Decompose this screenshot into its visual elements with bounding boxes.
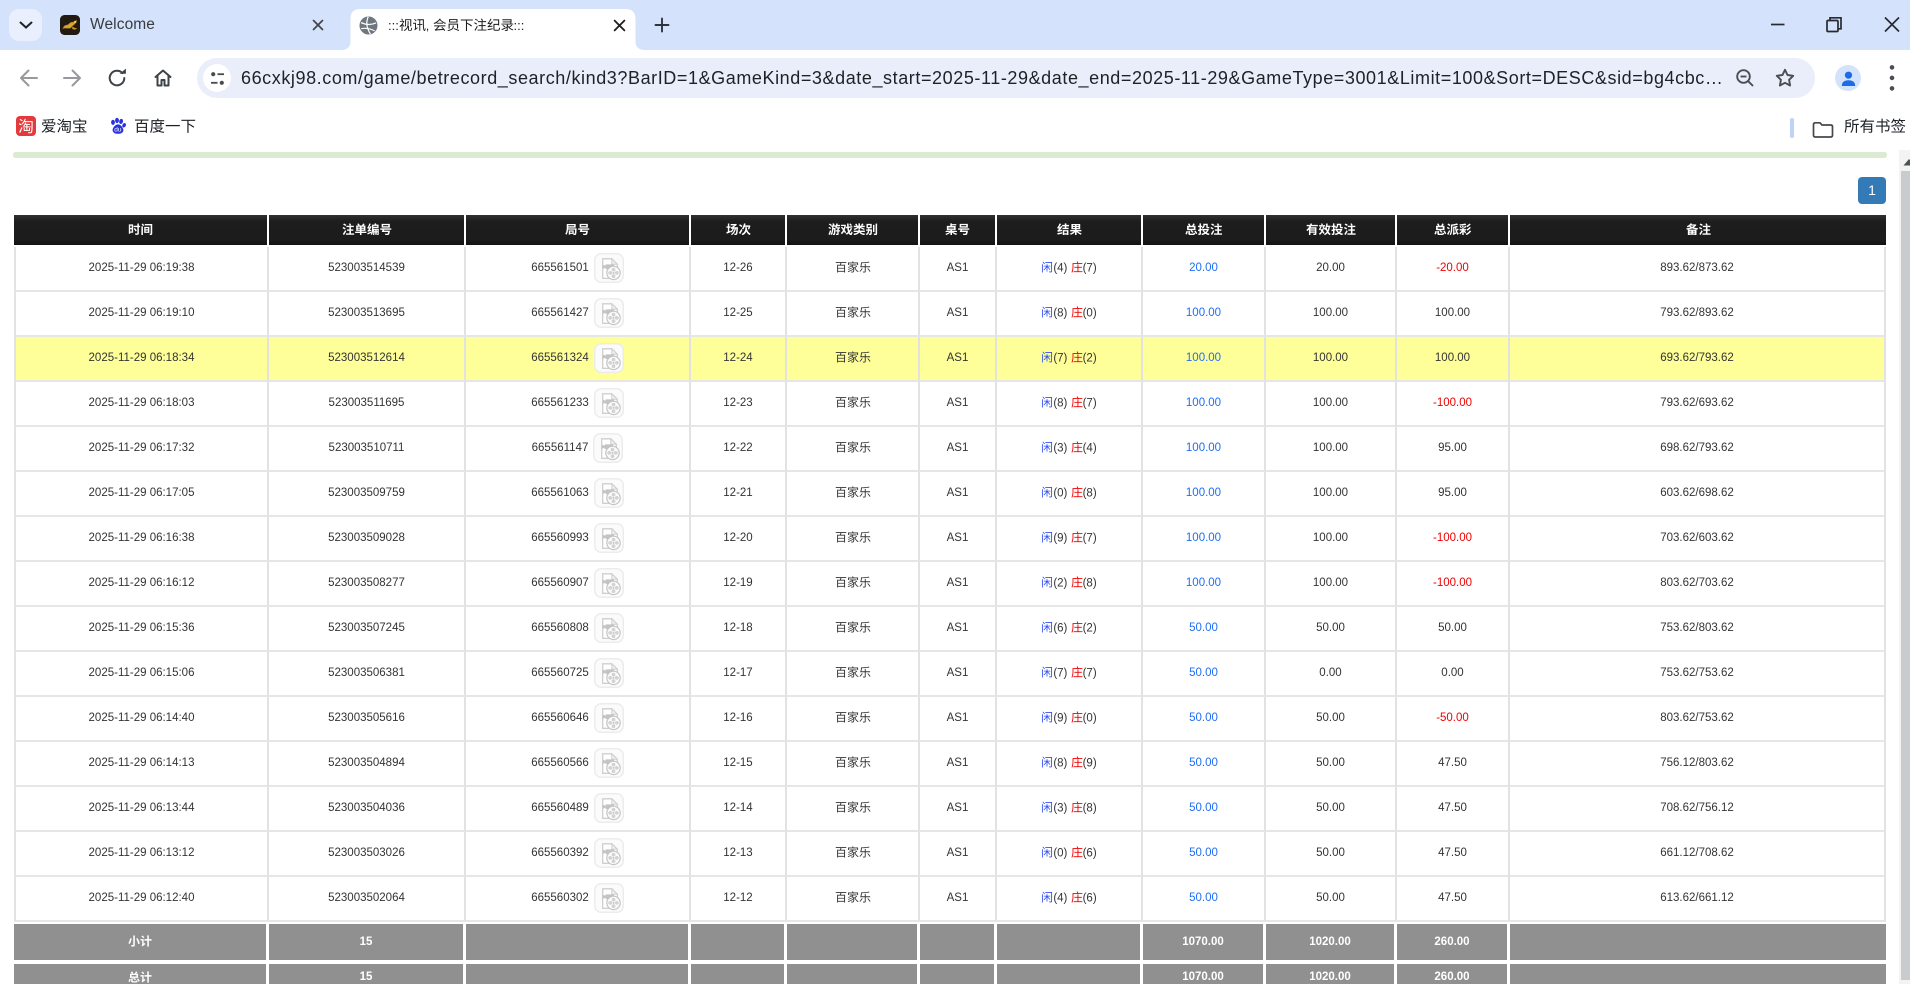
svg-text:du: du — [114, 126, 122, 133]
